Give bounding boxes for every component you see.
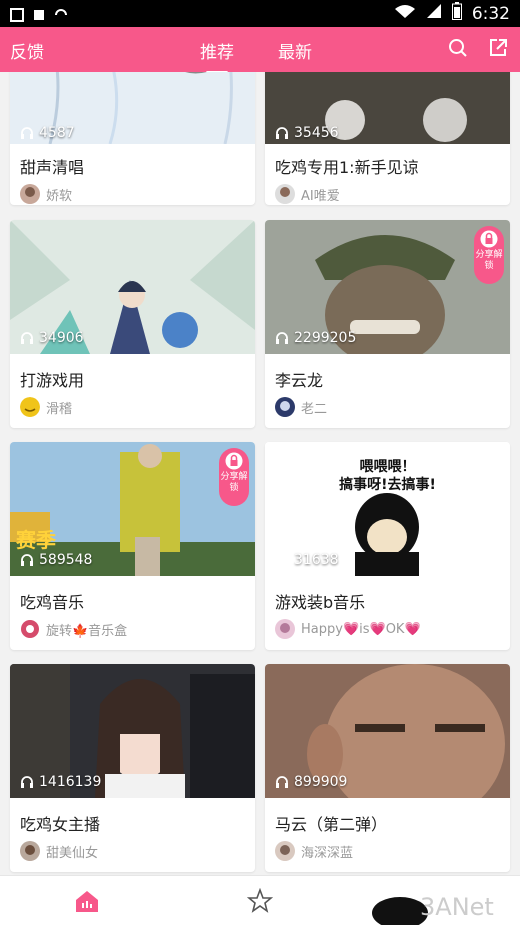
nav-icons — [448, 38, 508, 62]
headphone-icon — [21, 776, 33, 788]
sound-card[interactable]: 1416139 吃鸡女主播 甜美仙女 — [10, 664, 255, 872]
wifi-icon — [394, 3, 416, 24]
author-row: 滑稽 — [20, 397, 72, 417]
author-row: AI唯爱 — [275, 184, 340, 204]
nav-tabs: 推荐 最新 — [200, 38, 312, 74]
card-title: 吃鸡女主播 — [20, 815, 101, 834]
author-row: Happy💗is💗OK💗 — [275, 619, 421, 639]
play-count: 589548 — [20, 552, 92, 568]
watermark-text: 3ANet — [420, 893, 494, 921]
play-count: 4587 — [20, 125, 75, 141]
star-icon[interactable] — [246, 887, 274, 914]
status-bar: 6:32 — [0, 0, 520, 27]
play-count: 2299205 — [275, 330, 356, 346]
headphone-icon — [276, 332, 288, 344]
avatar — [275, 397, 295, 417]
card-title: 李云龙 — [275, 371, 324, 390]
share-edit-icon[interactable] — [488, 38, 508, 62]
sound-card[interactable]: 赛季 分享解锁 589548 吃鸡音乐 旋转🍁音乐盒 — [10, 442, 255, 650]
sound-card[interactable]: 899909 马云（第二弹） 海深深蓝 — [265, 664, 510, 872]
headphone-icon — [21, 332, 33, 344]
feedback-button[interactable]: 反馈 — [10, 38, 44, 63]
headphone-icon — [276, 554, 288, 566]
headphone-icon — [276, 127, 288, 139]
battery-icon — [451, 2, 462, 25]
lock-icon — [480, 230, 498, 248]
headphone-icon — [276, 776, 288, 788]
avatar — [20, 619, 40, 639]
sound-card[interactable]: 喂喂喂！ 搞事呀!去搞事! 31638 游戏装b音乐 Happy💗is💗OK💗 — [265, 442, 510, 650]
status-right-icons: 6:32 — [394, 2, 510, 25]
avatar — [20, 841, 40, 861]
notification-icon — [10, 7, 24, 22]
headphone-icon — [21, 127, 33, 139]
avatar — [275, 841, 295, 861]
sound-card[interactable]: 分享解锁 2299205 李云龙 老二 — [265, 220, 510, 428]
author-row: 旋转🍁音乐盒 — [20, 619, 127, 639]
author-row: 甜美仙女 — [20, 841, 98, 861]
signal-icon — [426, 3, 442, 24]
lock-icon — [225, 452, 243, 470]
card-title: 吃鸡音乐 — [20, 593, 85, 612]
card-title: 打游戏用 — [20, 371, 85, 390]
avatar — [275, 619, 295, 639]
tab-latest[interactable]: 最新 — [278, 38, 312, 63]
home-icon[interactable] — [74, 888, 100, 914]
tab-recommended[interactable]: 推荐 — [200, 38, 234, 74]
card-title: 游戏装b音乐 — [275, 593, 366, 612]
avatar — [20, 397, 40, 417]
thumb-caption: 搞事呀!去搞事! — [339, 477, 436, 493]
play-count: 34906 — [20, 330, 84, 346]
author-row: 娇软 — [20, 184, 72, 204]
card-title: 马云（第二弹） — [275, 815, 388, 834]
sound-card[interactable]: 35456 吃鸡专用1:新手见谅 AI唯爱 — [265, 72, 510, 205]
watermark: 3ANet — [370, 875, 520, 925]
search-icon[interactable] — [448, 38, 468, 62]
sync-icon — [54, 7, 68, 21]
card-title: 甜声清唱 — [20, 158, 85, 177]
card-title: 吃鸡专用1:新手见谅 — [275, 158, 419, 177]
author-row: 老二 — [275, 397, 327, 417]
play-count: 31638 — [275, 552, 339, 568]
avatar — [275, 184, 295, 204]
play-count: 1416139 — [20, 774, 101, 790]
play-count: 899909 — [275, 774, 347, 790]
notification-icon — [32, 7, 46, 21]
status-time: 6:32 — [471, 3, 510, 24]
play-count: 35456 — [275, 125, 339, 141]
sound-card[interactable]: 34906 打游戏用 滑稽 — [10, 220, 255, 428]
sound-card[interactable]: 4587 甜声清唱 娇软 — [10, 72, 255, 205]
top-nav: 反馈 推荐 最新 — [0, 27, 520, 74]
thumb-caption: 喂喂喂！ — [359, 459, 416, 475]
status-left-icons — [10, 7, 68, 22]
avatar — [20, 184, 40, 204]
headphone-icon — [21, 554, 33, 566]
share-unlock-badge[interactable]: 分享解锁 — [219, 448, 249, 506]
author-row: 海深深蓝 — [275, 841, 353, 861]
thumb-overlay-text: 赛季 — [16, 528, 56, 552]
share-unlock-badge[interactable]: 分享解锁 — [474, 226, 504, 284]
sound-grid: 4587 甜声清唱 娇软 35456 吃鸡专用1:新手见谅 AI唯爱 34906… — [0, 72, 520, 875]
